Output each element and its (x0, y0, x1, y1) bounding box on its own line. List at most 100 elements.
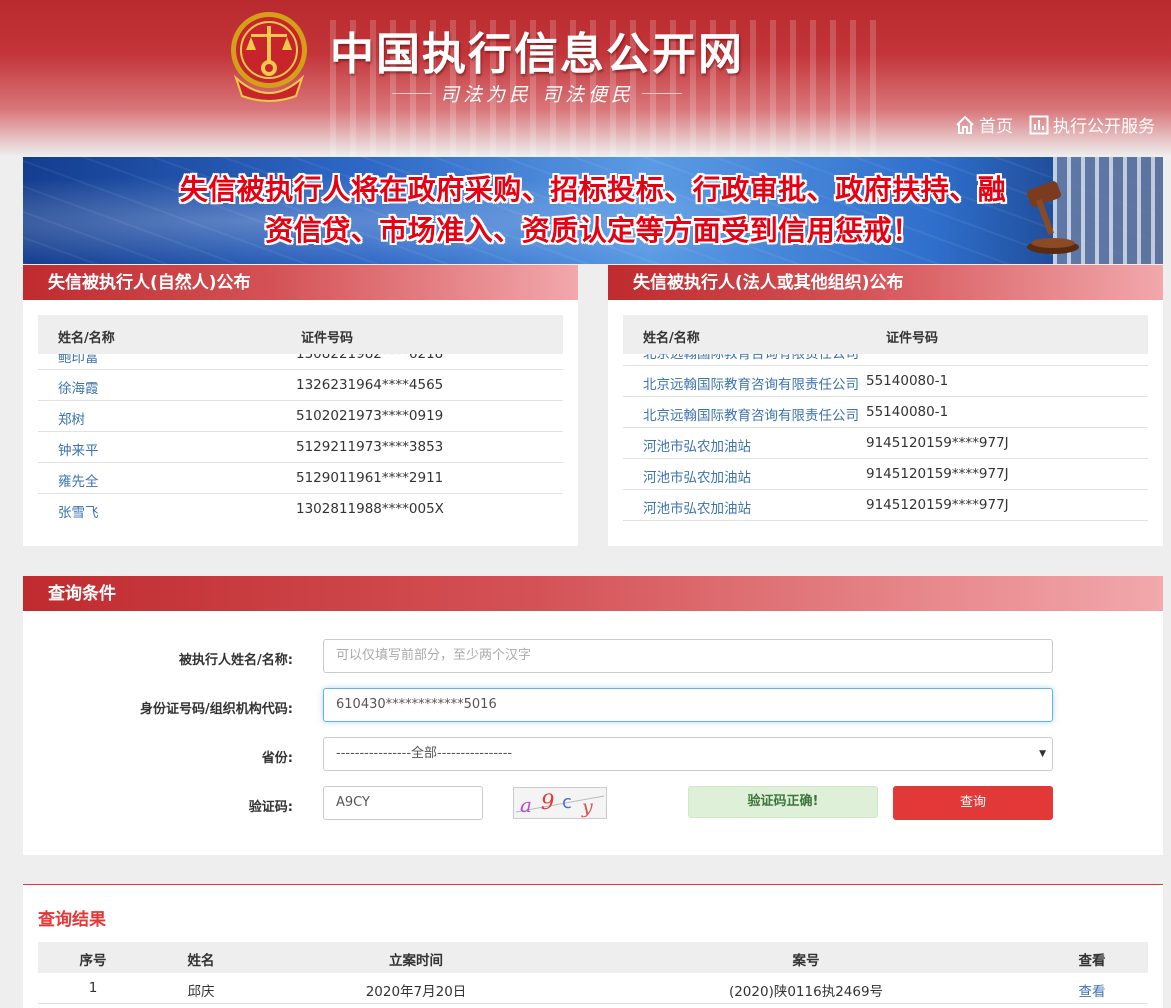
id-label: 身份证号码/组织机构代码: (140, 702, 293, 717)
bar-chart-icon (1029, 115, 1049, 134)
captcha-glyphs: a 9 c y (515, 790, 605, 818)
header-index: 序号 (79, 953, 107, 969)
list-item: 河池市弘农加油站 9145120159****977J (623, 428, 1148, 459)
list-item: 雍先全 5129011961****2911 (38, 463, 563, 494)
column-name: 姓名/名称 (58, 331, 115, 346)
chevron-down-icon: ▼ (1039, 749, 1046, 759)
list-item: 河池市弘农加油站 9145120159****977J (623, 490, 1148, 521)
legal-persons-header: 姓名/名称 证件号码 (623, 315, 1148, 354)
cell-name: 邱庆 (187, 984, 215, 1000)
org-id: 9145120159****977J (866, 466, 1009, 482)
person-id: 1302811988****005X (296, 501, 444, 517)
slogan-text: 司法为民 司法便民 (440, 84, 635, 106)
list-item: 鲍印富 1308221982****6218 (38, 354, 563, 370)
list-item: 河池市弘农加油站 9145120159****977J (623, 459, 1148, 490)
person-id: 5102021973****0919 (296, 408, 444, 424)
results-table: 序号 姓名 立案时间 案号 查看 1 邱庆 2020年7月20日 (2020)陕… (38, 942, 1148, 1004)
province-select[interactable]: ----------------全部---------------- ▼ (323, 737, 1053, 771)
person-name-link[interactable]: 雍先全 (58, 470, 99, 490)
nav-execution-services-label: 执行公开服务 (1053, 117, 1155, 137)
legal-persons-panel: 失信被执行人(法人或其他组织)公布 姓名/名称 证件号码 北京远翰国际教育咨询有… (608, 265, 1163, 546)
name-input-placeholder: 可以仅填写前部分，至少两个汉字 (336, 648, 532, 663)
natural-persons-header: 姓名/名称 证件号码 (38, 315, 563, 354)
list-item: 北京远翰国际教育咨询有限责任公司 55140080-1 (623, 397, 1148, 428)
list-item: 郑树 5102021973****0919 (38, 401, 563, 432)
org-id: 9145120159****977J (866, 435, 1009, 451)
slogan: 司法为民 司法便民 (392, 80, 683, 107)
province-select-value: ----------------全部---------------- (336, 746, 513, 761)
column-name: 姓名/名称 (643, 331, 700, 346)
banner-message: 失信被执行人将在政府采购、招标投标、行政审批、政府扶持、融 资信贷、市场准入、资… (123, 169, 1063, 251)
list-item: 张雪飞 1302811988****005X (38, 494, 563, 525)
org-id: 55140080-1 (866, 354, 948, 358)
org-id: 55140080-1 (866, 404, 949, 420)
court-emblem-logo (231, 12, 307, 102)
person-name-link[interactable]: 钟来平 (58, 439, 99, 459)
captcha-image[interactable]: a 9 c y (513, 787, 607, 819)
legal-persons-title: 失信被执行人(法人或其他组织)公布 (608, 265, 1163, 300)
query-form-panel: 查询条件 被执行人姓名/名称: 可以仅填写前部分，至少两个汉字 身份证号码/组织… (23, 576, 1163, 855)
cell-index: 1 (88, 980, 98, 996)
view-link[interactable]: 查看 (1079, 980, 1106, 1000)
warning-banner: 失信被执行人将在政府采购、招标投标、行政审批、政府扶持、融 资信贷、市场准入、资… (23, 157, 1163, 264)
site-header: 中国执行信息公开网 司法为民 司法便民 首页 执行公开服务 (0, 0, 1171, 156)
person-name-link[interactable]: 郑树 (58, 408, 85, 428)
person-name-link[interactable]: 张雪飞 (58, 501, 99, 521)
captcha-char-4: y (581, 796, 593, 818)
cell-case-number: (2020)陕0116执2469号 (728, 984, 884, 1000)
legal-persons-list[interactable]: 北京远翰国际教育咨询有限责任公司 55140080-1 北京远翰国际教育咨询有限责… (623, 354, 1148, 522)
org-name-link[interactable]: 河池市弘农加油站 (643, 466, 751, 486)
banner-line-1: 失信被执行人将在政府采购、招标投标、行政审批、政府扶持、融 (179, 173, 1007, 206)
org-name-link[interactable]: 北京远翰国际教育咨询有限责任公司 (643, 404, 859, 424)
home-icon (956, 115, 974, 134)
name-input[interactable]: 可以仅填写前部分，至少两个汉字 (323, 639, 1053, 673)
org-name-link[interactable]: 北京远翰国际教育咨询有限责任公司 (643, 354, 859, 362)
header-name: 姓名 (187, 953, 215, 969)
person-id: 1326231964****4565 (296, 377, 444, 393)
results-header-row: 序号 姓名 立案时间 案号 查看 (38, 942, 1148, 973)
person-id: 1308221982****6218 (296, 354, 444, 362)
top-nav: 首页 执行公开服务 (939, 112, 1155, 137)
province-label: 省份: (261, 751, 293, 766)
org-name-link[interactable]: 河池市弘农加油站 (643, 497, 751, 517)
person-name-link[interactable]: 鲍印富 (58, 354, 99, 366)
column-id: 证件号码 (301, 331, 354, 346)
captcha-char-1: a (520, 793, 532, 817)
slogan-right-line (642, 93, 683, 94)
person-name-link[interactable]: 徐海霞 (58, 377, 99, 397)
search-button[interactable]: 查询 (893, 786, 1053, 820)
header-filing-date: 立案时间 (389, 953, 443, 969)
id-input-value: 610430************5016 (336, 697, 497, 712)
captcha-char-2: 9 (541, 790, 554, 814)
list-item: 北京远翰国际教育咨询有限责任公司 55140080-1 (623, 366, 1148, 397)
nav-home[interactable]: 首页 (955, 112, 1013, 137)
org-id: 9145120159****977J (866, 497, 1009, 513)
org-name-link[interactable]: 河池市弘农加油站 (643, 435, 751, 455)
list-item: 北京远翰国际教育咨询有限责任公司 55140080-1 (623, 354, 1148, 366)
table-row: 1 邱庆 2020年7月20日 (2020)陕0116执2469号 查看 (38, 973, 1148, 1004)
column-id: 证件号码 (886, 331, 939, 346)
natural-persons-panel: 失信被执行人(自然人)公布 姓名/名称 证件号码 鲍印富 1308221982**… (23, 265, 578, 546)
id-input[interactable]: 610430************5016 (323, 688, 1053, 722)
banner-line-2: 资信贷、市场准入、资质认定等方面受到信用惩戒！ (265, 214, 921, 247)
captcha-input[interactable]: A9CY (323, 786, 483, 820)
query-results-panel: 查询结果 序号 姓名 立案时间 案号 查看 1 邱庆 2020年7月20日 (2… (23, 884, 1163, 1008)
person-id: 5129211973****3853 (296, 439, 444, 455)
captcha-status-badge: 验证码正确! (688, 786, 878, 818)
natural-persons-list[interactable]: 鲍印富 1308221982****6218 徐海霞 1326231964****4… (38, 354, 563, 534)
org-id: 55140080-1 (866, 373, 949, 389)
person-id: 5129011961****2911 (296, 470, 444, 486)
header-case-number: 案号 (792, 953, 820, 969)
query-title: 查询条件 (23, 576, 1163, 611)
list-item: 钟来平 5129211973****3853 (38, 432, 563, 463)
captcha-label: 验证码: (248, 800, 293, 815)
org-name-link[interactable]: 北京远翰国际教育咨询有限责任公司 (643, 373, 859, 393)
captcha-char-3: c (562, 792, 572, 813)
site-title: 中国执行信息公开网 (330, 29, 744, 80)
nav-execution-services[interactable]: 执行公开服务 (1029, 112, 1155, 137)
captcha-input-value: A9CY (336, 795, 370, 810)
natural-persons-title: 失信被执行人(自然人)公布 (23, 265, 578, 300)
cell-filing-date: 2020年7月20日 (365, 984, 467, 1000)
results-title: 查询结果 (38, 910, 106, 930)
header-view: 查看 (1078, 953, 1106, 969)
